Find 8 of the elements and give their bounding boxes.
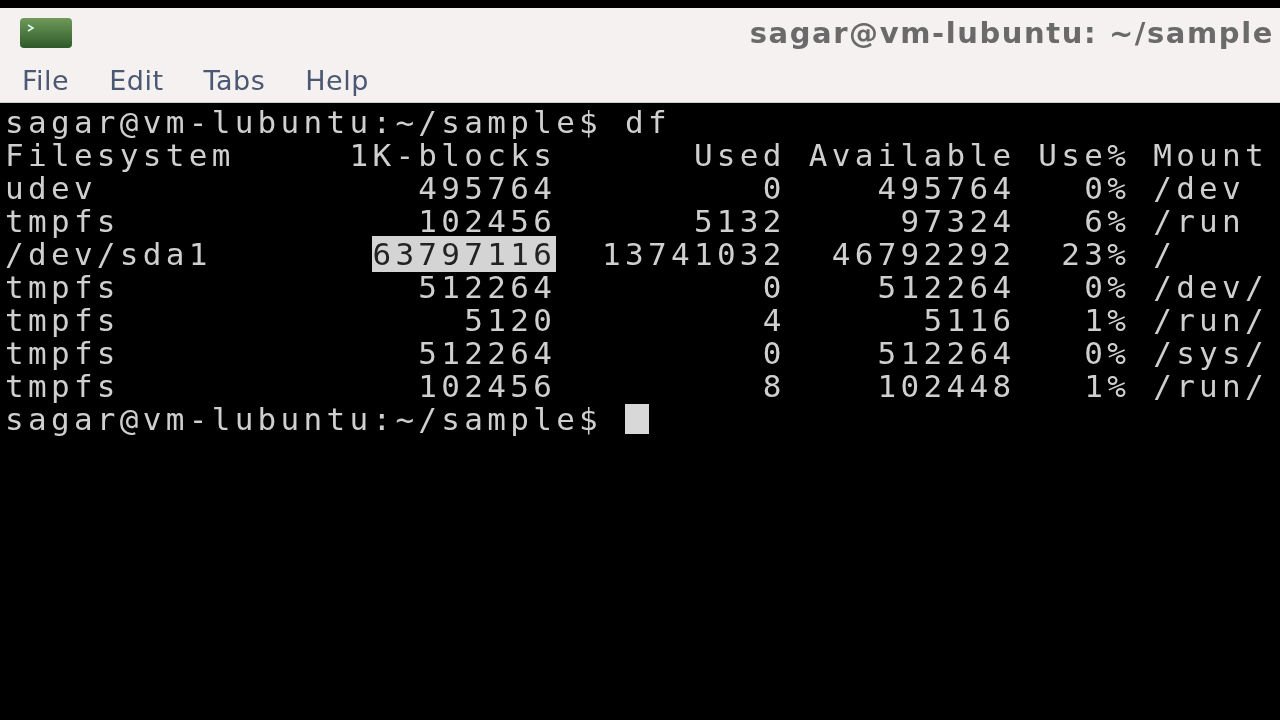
window-title: sagar@vm-lubuntu: ~/sample [749,16,1274,50]
terminal-text: sagar@vm-lubuntu:~/sample$ df [5,103,671,140]
terminal-icon [20,18,72,48]
selected-text: 63797116 [372,235,557,272]
menu-item[interactable]: Tabs [203,64,266,96]
menu-item[interactable]: File [22,64,70,96]
menu-item[interactable]: Edit [109,64,164,96]
menu-item[interactable]: Help [305,64,369,96]
